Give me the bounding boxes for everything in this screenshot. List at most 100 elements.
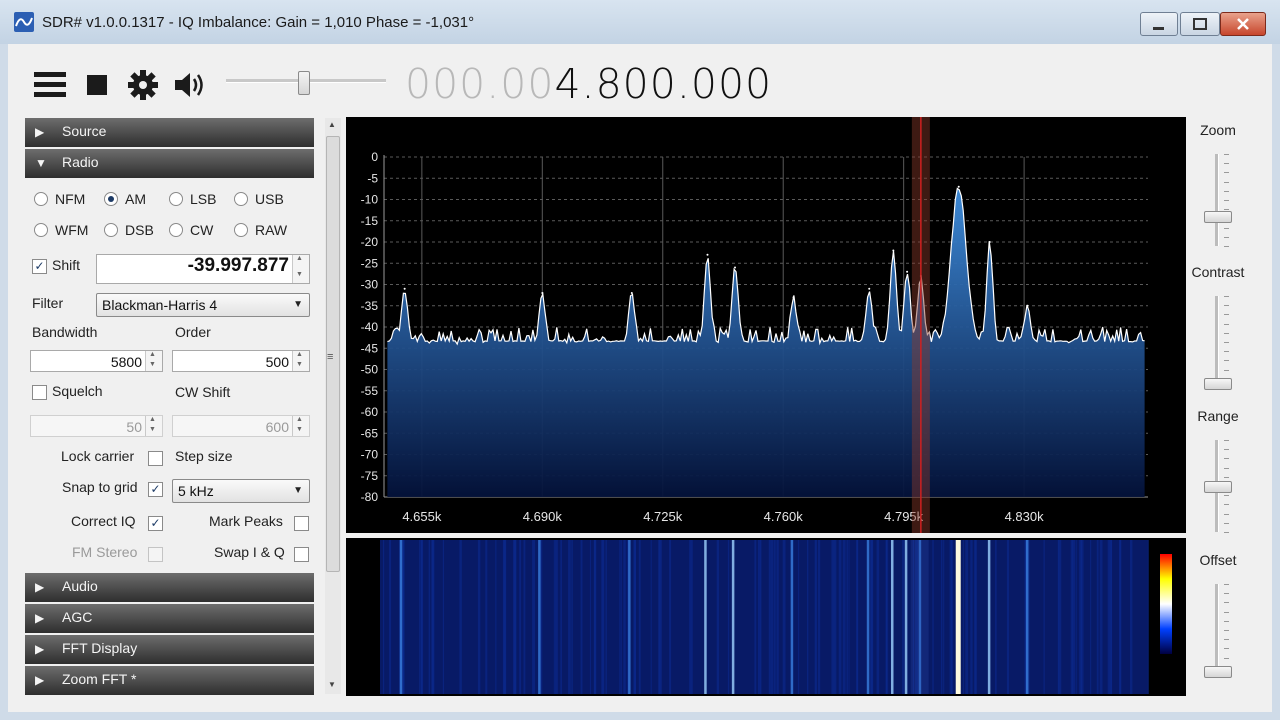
minimize-button[interactable] [1140, 12, 1178, 36]
order-spinner[interactable] [292, 351, 309, 371]
step-size-select[interactable]: 5 kHz ▼ [172, 479, 310, 503]
scroll-up-icon[interactable]: ▲ [328, 120, 336, 129]
fm-stereo-checkbox[interactable] [148, 547, 163, 562]
waterfall-noise-streak [848, 540, 850, 694]
waterfall-noise-streak [869, 540, 873, 694]
speaker-icon[interactable] [172, 68, 208, 102]
waterfall-noise-streak [495, 540, 497, 694]
cw-shift-input[interactable]: 600 [172, 415, 310, 437]
waterfall-noise-streak [532, 540, 536, 694]
spectrum-peak-point [868, 287, 871, 290]
slider-knob[interactable] [1204, 481, 1232, 493]
waterfall-signal-line [891, 540, 894, 694]
shift-spinner[interactable] [292, 255, 309, 283]
order-input[interactable]: 500 [172, 350, 310, 372]
waterfall-noise-streak [838, 540, 842, 694]
waterfall-noise-streak [602, 540, 605, 694]
filter-label: Filter [32, 295, 64, 311]
spectrum-display[interactable]: 0 -5 -10 -15 -20 -25 -30 -35 -40 -45 -50 -55 -60 -65 -… [346, 117, 1186, 533]
title-bar[interactable]: SDR# v1.0.0.1317 - IQ Imbalance: Gain = … [0, 0, 1280, 44]
lock-carrier-label: Lock carrier [61, 448, 135, 464]
waterfall-noise-streak [970, 540, 973, 694]
waterfall-noise-streak [442, 540, 445, 694]
filter-select[interactable]: Blackman-Harris 4 ▼ [96, 293, 310, 317]
bandwidth-input[interactable]: 5800 [30, 350, 163, 372]
cw-shift-spinner[interactable] [292, 416, 309, 436]
volume-slider-thumb[interactable] [298, 71, 310, 95]
x-tick-label: 4.690k [523, 509, 563, 524]
maximize-button[interactable] [1180, 12, 1220, 36]
snap-to-grid-checkbox[interactable]: ✓ [148, 482, 163, 497]
section-audio-header[interactable]: ▶ Audio [25, 573, 314, 602]
panel-scrollbar[interactable]: ▲ ▼ [325, 118, 341, 694]
splitter-grip-icon[interactable]: ≡ [327, 351, 333, 363]
x-tick-label: 4.760k [764, 509, 804, 524]
section-source-header[interactable]: ▶ Source [25, 118, 314, 147]
stop-icon[interactable] [87, 75, 107, 95]
lock-carrier-checkbox[interactable] [148, 451, 163, 466]
squelch-input[interactable]: 50 [30, 415, 163, 437]
mode-label: CW [190, 222, 214, 238]
squelch-checkbox[interactable] [32, 385, 47, 400]
waterfall-noise-streak [833, 540, 837, 694]
section-zoom-fft-header[interactable]: ▶ Zoom FFT * [25, 666, 314, 695]
x-tick-label: 4.830k [1005, 509, 1045, 524]
fm-stereo-label: FM Stereo [72, 544, 138, 560]
waterfall-noise-streak [554, 540, 558, 694]
waterfall-noise-streak [773, 540, 776, 694]
slider-track[interactable] [1215, 296, 1219, 388]
slider-track[interactable] [1215, 584, 1219, 676]
mode-radio-nfm[interactable]: NFM [34, 191, 85, 207]
waterfall-noise-streak [605, 540, 607, 694]
mode-radio-lsb[interactable]: LSB [169, 191, 216, 207]
bandwidth-spinner[interactable] [145, 351, 162, 371]
close-button[interactable] [1220, 12, 1266, 36]
y-tick-label: -70 [361, 448, 379, 462]
waterfall-noise-streak [1096, 540, 1099, 694]
waterfall-noise-streak [1129, 540, 1133, 694]
slider-track[interactable] [1215, 154, 1219, 246]
step-size-label: Step size [175, 448, 233, 464]
y-tick-label: -60 [361, 405, 379, 419]
waterfall-noise-streak [814, 540, 816, 694]
scroll-down-icon[interactable]: ▼ [328, 680, 336, 689]
x-tick-label: 4.655k [402, 509, 442, 524]
waterfall-noise-streak [963, 540, 965, 694]
mode-radio-am[interactable]: AM [104, 191, 146, 207]
squelch-spinner[interactable] [145, 416, 162, 436]
waterfall-signal-line [790, 540, 794, 694]
spectrum-peak-point [988, 241, 991, 243]
hamburger-menu-icon[interactable] [34, 72, 66, 98]
waterfall-noise-streak [626, 540, 629, 694]
waterfall-noise-streak [553, 540, 555, 694]
frequency-display[interactable]: 000.004.800.000 [405, 60, 772, 108]
slider-knob[interactable] [1204, 211, 1232, 224]
waterfall-display[interactable] [346, 538, 1186, 696]
section-fft-display-header[interactable]: ▶ FFT Display [25, 635, 314, 664]
correct-iq-checkbox[interactable]: ✓ [148, 516, 163, 531]
waterfall-noise-streak [593, 540, 597, 694]
swap-iq-checkbox[interactable] [294, 547, 309, 562]
shift-value-input[interactable]: -39.997.877 [96, 254, 310, 284]
y-tick-label: -55 [361, 384, 379, 398]
waterfall-noise-streak [620, 540, 622, 694]
mode-radio-usb[interactable]: USB [234, 191, 284, 207]
expand-arrow-icon: ▶ [35, 611, 45, 625]
mode-radio-cw[interactable]: CW [169, 222, 213, 238]
section-agc-header[interactable]: ▶ AGC [25, 604, 314, 633]
radio-dot [34, 223, 48, 237]
mark-peaks-checkbox[interactable] [294, 516, 309, 531]
slider-knob[interactable] [1204, 666, 1232, 678]
slider-knob[interactable] [1204, 378, 1232, 390]
slider-ticks [1224, 296, 1230, 389]
gear-icon[interactable] [126, 68, 160, 102]
shift-checkbox[interactable]: ✓ [32, 259, 47, 274]
waterfall-chart[interactable] [346, 538, 1186, 696]
section-radio-header[interactable]: ▼ Radio [25, 149, 314, 178]
mode-radio-raw[interactable]: RAW [234, 222, 287, 238]
radio-dot [104, 223, 118, 237]
waterfall-background [380, 540, 1148, 694]
spectrum-chart[interactable]: 0 -5 -10 -15 -20 -25 -30 -35 -40 -45 -50 -55 -60 -65 -… [346, 117, 1186, 533]
mode-radio-wfm[interactable]: WFM [34, 222, 88, 238]
mode-radio-dsb[interactable]: DSB [104, 222, 154, 238]
